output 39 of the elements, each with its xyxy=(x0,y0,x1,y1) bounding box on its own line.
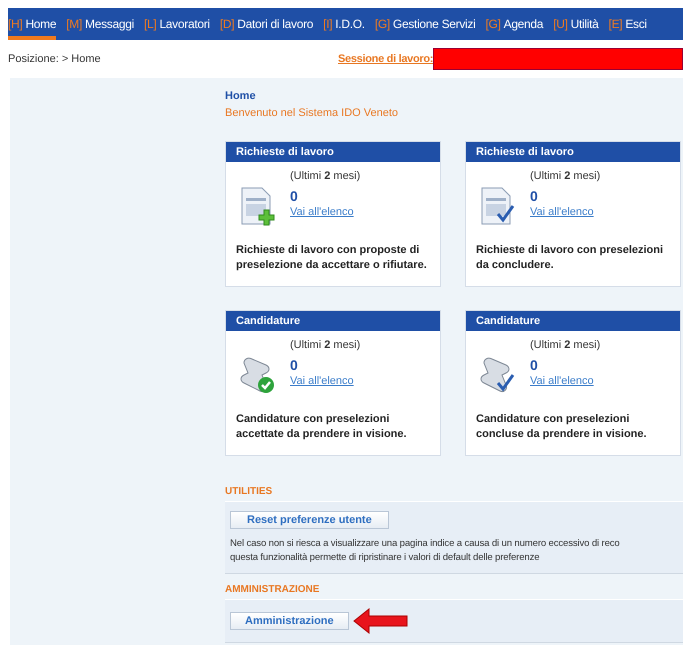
card-title: Candidature xyxy=(466,311,680,331)
count-value: 0 xyxy=(530,188,539,204)
nav-tab[interactable]: [L] Lavoratori xyxy=(144,8,210,40)
list-link[interactable]: Vai all'elenco xyxy=(530,375,600,387)
nav-tab[interactable]: [M] Messaggi xyxy=(66,8,134,40)
count-value: 0 xyxy=(290,188,299,204)
period-label: (Ultimi 2 mesi) xyxy=(290,339,360,351)
nav-tab[interactable]: [G] Agenda xyxy=(486,8,544,40)
section-heading: AMMINISTRAZIONE xyxy=(225,584,320,595)
nav-tab[interactable]: [H] Home xyxy=(8,8,56,40)
card-description: Candidature con preselezioni accettate da prendere in visione. xyxy=(236,412,408,442)
nav-tab[interactable]: [D] Datori di lavoro xyxy=(220,8,314,40)
card-description: Richieste di lavoro con proposte di preselezione da accettare o rifiutare. xyxy=(236,243,428,273)
card-title: Richieste di lavoro xyxy=(226,142,440,162)
list-link[interactable]: Vai all'elenco xyxy=(290,375,360,387)
card-title: Candidature xyxy=(226,311,440,331)
help-text: Nel caso non si riesca a visualizzare una pagina indice a causa di un numero eccessivo di reco xyxy=(230,537,621,551)
arrow-icon xyxy=(352,608,409,634)
card-description: Candidature con preselezioni concluse da prendere in visione. xyxy=(476,412,648,442)
nav-tab[interactable]: [E] Esci xyxy=(608,8,647,40)
period-label: (Ultimi 2 mesi) xyxy=(290,170,360,182)
page-title: Home xyxy=(225,90,257,102)
breadcrumb: Posizione: > Home xyxy=(8,53,102,65)
period-label: (Ultimi 2 mesi) xyxy=(530,339,600,351)
card-description: Richieste di lavoro con preselezioni da concludere. xyxy=(476,243,664,273)
reset-button[interactable]: Reset preferenze utente xyxy=(230,511,389,529)
nav-tab[interactable]: [I] I.D.O. xyxy=(323,8,365,40)
admin-button[interactable]: Amministrazione xyxy=(230,612,349,630)
nav-tab[interactable]: [G] Gestione Servizi xyxy=(374,8,476,40)
list-link[interactable]: Vai all'elenco xyxy=(530,206,600,218)
welcome-text: Benvenuto nel Sistema IDO Veneto xyxy=(225,107,400,119)
count-value: 0 xyxy=(530,357,539,373)
nav-tab[interactable]: [U] Utilità xyxy=(553,8,599,40)
count-value: 0 xyxy=(290,357,299,373)
section-heading: UTILITIES xyxy=(225,486,274,497)
help-text: questa funzionalità permette di ripristinare i valori di default delle preferenze xyxy=(230,551,540,565)
period-label: (Ultimi 2 mesi) xyxy=(530,170,600,182)
list-link[interactable]: Vai all'elenco xyxy=(290,206,360,218)
card-title: Richieste di lavoro xyxy=(466,142,680,162)
